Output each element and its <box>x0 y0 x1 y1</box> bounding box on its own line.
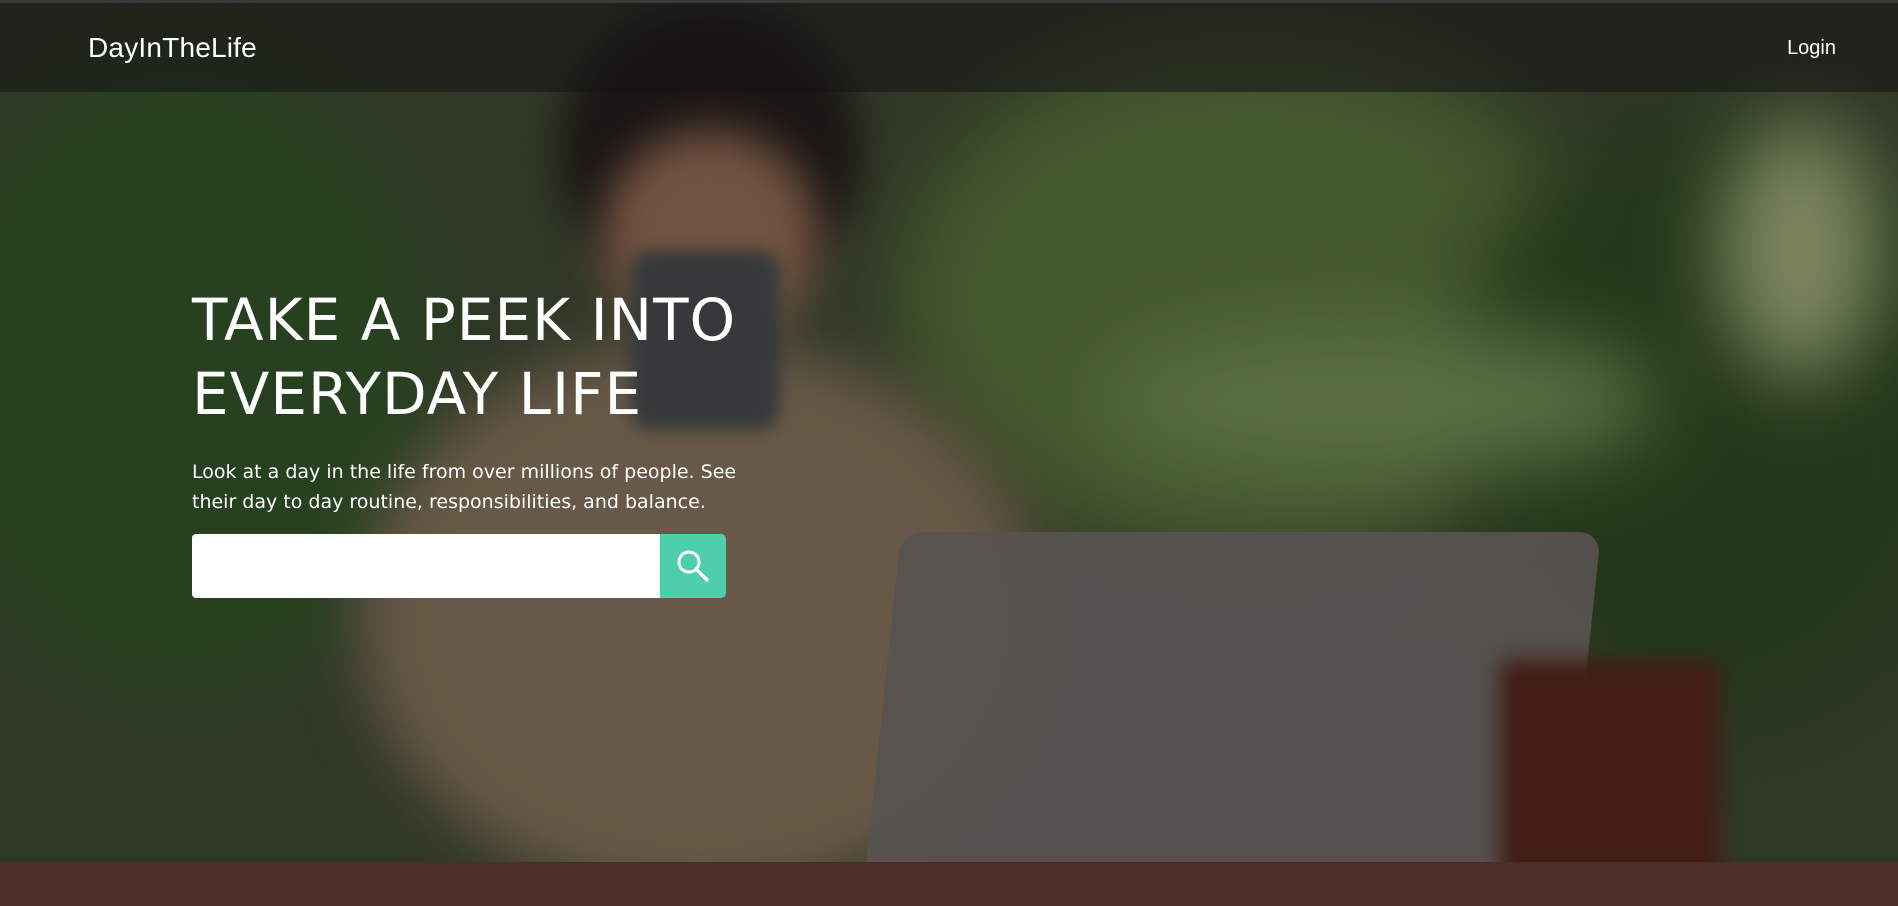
brand-logo-link[interactable]: DayInTheLife <box>88 32 257 64</box>
hero-subtext: Look at a day in the life from over mill… <box>192 461 737 513</box>
login-link[interactable]: Login <box>1787 37 1836 60</box>
hero-content: TAKE A PEEK INTO EVERYDAY LIFE Look at a… <box>192 283 792 517</box>
search-button[interactable] <box>660 534 726 598</box>
search-input[interactable] <box>192 534 660 598</box>
hero-headline: TAKE A PEEK INTO EVERYDAY LIFE <box>192 286 737 428</box>
search-icon <box>675 548 711 584</box>
search-bar <box>192 534 726 598</box>
top-navbar: DayInTheLife Login <box>0 0 1898 92</box>
